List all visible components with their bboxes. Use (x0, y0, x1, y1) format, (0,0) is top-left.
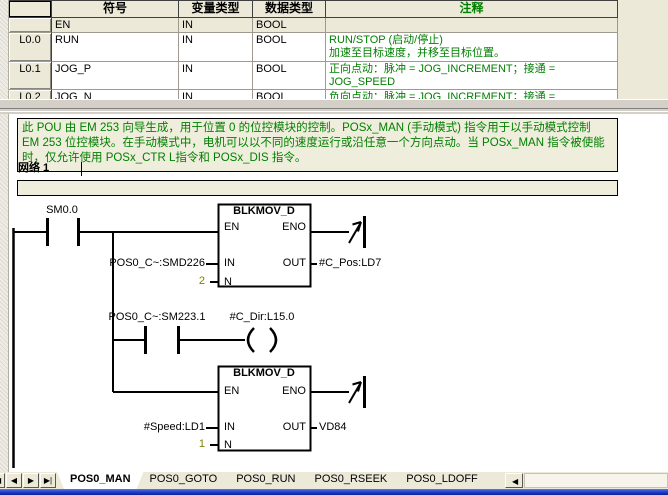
box2-in-pin: IN (224, 421, 235, 433)
box1-out-pin: OUT (272, 257, 306, 269)
cell-symbol[interactable]: EN (52, 18, 179, 33)
pou-tab-bar: |◀ ◀ ▶ ▶| POS0_MAN POS0_GOTO POS0_RUN PO… (0, 472, 668, 489)
splitter-groove (0, 108, 668, 112)
header-comment[interactable]: 注释 (326, 0, 618, 18)
header-symbol[interactable]: 符号 (52, 0, 179, 18)
continuation-arrow-2[interactable] (349, 376, 365, 408)
cell-symbol[interactable]: JOG_N (52, 90, 179, 99)
box2-n-operand[interactable]: 1 (185, 438, 205, 450)
contact2-operand[interactable]: POS0_C~:SM223.1 (107, 311, 207, 323)
cell-var-type[interactable]: IN (179, 62, 253, 90)
box2-out-operand[interactable]: VD84 (319, 421, 347, 433)
variable-table-header-row: 符号 变量类型 数据类型 注释 (9, 0, 618, 18)
header-data-type[interactable]: 数据类型 (253, 0, 326, 18)
header-address[interactable] (9, 0, 52, 18)
tab-scroll-left-button[interactable]: ◀ (505, 473, 523, 488)
table-row: EN IN BOOL (9, 18, 618, 33)
tab-nav-prev-button[interactable]: ◀ (6, 473, 22, 488)
cell-var-type[interactable]: IN (179, 18, 253, 33)
box1-en-pin: EN (224, 221, 239, 233)
box1-in-operand[interactable]: POS0_C~:SMD226 (100, 257, 205, 269)
box1-in-pin: IN (224, 257, 235, 269)
box2-n-pin: N (224, 439, 232, 451)
box2-en-pin: EN (224, 385, 239, 397)
box1-eno-pin: ENO (272, 221, 306, 233)
box2-title[interactable]: BLKMOV_D (218, 367, 310, 379)
plc-editor-window: 符号 变量类型 数据类型 注释 EN IN BOOL L0.0 RUN IN B… (0, 0, 668, 495)
contact1-operand[interactable]: SM0.0 (38, 204, 86, 216)
tab-nav-first-button[interactable]: |◀ (0, 473, 5, 488)
cell-var-type[interactable]: IN (179, 33, 253, 62)
tab-nav-last-button[interactable]: ▶| (40, 473, 56, 488)
cell-comment[interactable] (326, 18, 618, 33)
tab-nav-next-button[interactable]: ▶ (23, 473, 39, 488)
contact-sm0-0[interactable] (48, 218, 79, 246)
cell-data-type[interactable]: BOOL (253, 62, 326, 90)
tab-pos0-man[interactable]: POS0_MAN (57, 472, 144, 489)
window-bottom-edge (0, 489, 668, 495)
coil-c-dir[interactable] (248, 328, 276, 352)
text-cursor (81, 162, 82, 176)
cell-data-type[interactable]: BOOL (253, 18, 326, 33)
pane-splitter[interactable] (0, 99, 668, 114)
cell-data-type[interactable]: BOOL (253, 33, 326, 62)
tab-pos0-rseek[interactable]: POS0_RSEEK (301, 472, 400, 489)
header-var-type[interactable]: 变量类型 (179, 0, 253, 18)
variable-table-filler (618, 0, 668, 99)
box1-n-operand[interactable]: 2 (185, 275, 205, 287)
blkmov-d-box-2[interactable] (219, 367, 311, 451)
tab-pos0-ldoff[interactable]: POS0_LDOFF (393, 472, 491, 489)
cell-address[interactable]: L0.2 (9, 90, 52, 99)
box1-out-operand[interactable]: #C_Pos:LD7 (319, 257, 381, 269)
cell-comment[interactable]: 正向点动：脉冲 = JOG_INCREMENT；接通 = JOG_SPEED (326, 62, 618, 90)
pou-comment-box[interactable]: 此 POU 由 EM 253 向导生成，用于位置 0 的位控模块的控制。POSx… (17, 118, 618, 172)
tab-scrollbar-track[interactable] (524, 473, 668, 488)
table-row: L0.1 JOG_P IN BOOL 正向点动：脉冲 = JOG_INCREME… (9, 62, 618, 90)
cell-address[interactable]: L0.0 (9, 33, 52, 62)
box2-eno-pin: ENO (272, 385, 306, 397)
network-comment-box[interactable] (17, 180, 618, 196)
tab-pos0-goto[interactable]: POS0_GOTO (137, 472, 231, 489)
cell-address[interactable]: L0.1 (9, 62, 52, 90)
continuation-arrow-1[interactable] (349, 216, 365, 248)
cell-comment[interactable]: RUN/STOP (启动/停止) 加速至目标速度，并移至目标位置。 (326, 33, 618, 62)
variable-table: 符号 变量类型 数据类型 注释 EN IN BOOL L0.0 RUN IN B… (9, 0, 618, 99)
box2-in-operand[interactable]: #Speed:LD1 (120, 421, 205, 433)
cell-var-type[interactable]: IN (179, 90, 253, 99)
cell-data-type[interactable]: BOOL (253, 90, 326, 99)
box2-out-pin: OUT (272, 421, 306, 433)
cell-symbol[interactable]: JOG_P (52, 62, 179, 90)
network-label[interactable]: 网络 1 (18, 162, 49, 174)
cell-symbol[interactable]: RUN (52, 33, 179, 62)
table-row: L0.2 JOG_N IN BOOL 负向点动：脉冲 = JOG_INCREME… (9, 90, 618, 99)
box1-title[interactable]: BLKMOV_D (218, 205, 310, 217)
cell-comment[interactable]: 负向点动：脉冲 = JOG_INCREMENT；接通 = (326, 90, 618, 99)
box1-n-pin: N (224, 276, 232, 288)
contact-sm223-1[interactable] (146, 326, 179, 354)
coil-operand[interactable]: #C_Dir:L15.0 (217, 311, 307, 323)
pou-tabs: POS0_MAN POS0_GOTO POS0_RUN POS0_RSEEK P… (57, 472, 484, 489)
table-row: L0.0 RUN IN BOOL RUN/STOP (启动/停止) 加速至目标速… (9, 33, 618, 62)
tab-pos0-run[interactable]: POS0_RUN (223, 472, 308, 489)
cell-address[interactable] (9, 18, 52, 33)
